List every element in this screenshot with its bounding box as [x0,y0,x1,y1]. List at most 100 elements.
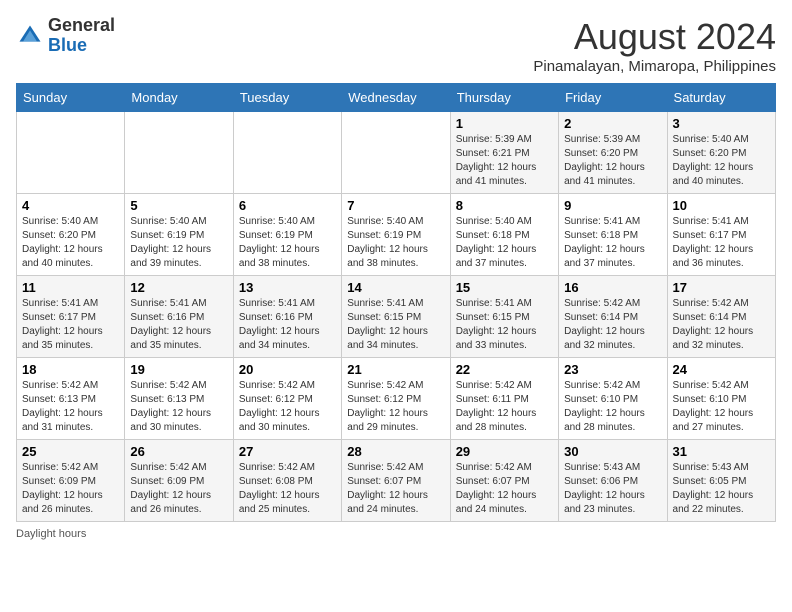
day-info: Sunrise: 5:43 AM Sunset: 6:06 PM Dayligh… [564,461,661,517]
day-info: Sunrise: 5:40 AM Sunset: 6:19 PM Dayligh… [130,215,227,271]
day-number: 11 [22,280,119,295]
calendar-cell: 28 Sunrise: 5:42 AM Sunset: 6:07 PM Dayli… [342,440,450,522]
day-info: Sunrise: 5:43 AM Sunset: 6:05 PM Dayligh… [673,461,770,517]
calendar-cell: 25 Sunrise: 5:42 AM Sunset: 6:09 PM Dayli… [17,440,125,522]
day-info: Sunrise: 5:42 AM Sunset: 6:08 PM Dayligh… [239,461,336,517]
calendar-cell: 29Sunrise: 5:42 AM Sunset: 6:07 PM Dayli… [450,440,558,522]
day-info: Sunrise: 5:40 AM Sunset: 6:20 PM Dayligh… [673,133,770,189]
weekday-header-thursday: Thursday [450,84,558,112]
calendar-cell: 4Sunrise: 5:40 AM Sunset: 6:20 PM Daylig… [17,194,125,276]
calendar-cell: 27 Sunrise: 5:42 AM Sunset: 6:08 PM Dayli… [233,440,341,522]
weekday-header-monday: Monday [125,84,233,112]
calendar-cell: 15 Sunrise: 5:41 AM Sunset: 6:15 PM Dayli… [450,276,558,358]
calendar-cell [17,112,125,194]
weekday-header-wednesday: Wednesday [342,84,450,112]
day-info: Sunrise: 5:41 AM Sunset: 6:17 PM Dayligh… [22,297,119,353]
day-info: Sunrise: 5:42 AM Sunset: 6:10 PM Dayligh… [564,379,661,435]
day-info: Sunrise: 5:42 AM Sunset: 6:07 PM Dayligh… [456,461,553,517]
calendar-cell: 16 Sunrise: 5:42 AM Sunset: 6:14 PM Dayli… [559,276,667,358]
day-info: Sunrise: 5:41 AM Sunset: 6:15 PM Dayligh… [347,297,444,353]
day-number: 1 [456,116,553,131]
day-number: 5 [130,198,227,213]
calendar-cell: 26Sunrise: 5:42 AM Sunset: 6:09 PM Dayli… [125,440,233,522]
day-info: Sunrise: 5:42 AM Sunset: 6:13 PM Dayligh… [22,379,119,435]
day-number: 7 [347,198,444,213]
day-number: 16 [564,280,661,295]
day-info: Sunrise: 5:39 AM Sunset: 6:20 PM Dayligh… [564,133,661,189]
calendar-cell [125,112,233,194]
day-info: Sunrise: 5:41 AM Sunset: 6:18 PM Dayligh… [564,215,661,271]
calendar-cell: 6 Sunrise: 5:40 AM Sunset: 6:19 PM Daylig… [233,194,341,276]
day-number: 6 [239,198,336,213]
day-number: 18 [22,362,119,377]
calendar-subtitle: Pinamalayan, Mimaropa, Philippines [533,58,776,75]
calendar-cell: 17 Sunrise: 5:42 AM Sunset: 6:14 PM Dayli… [667,276,775,358]
calendar-cell [233,112,341,194]
day-info: Sunrise: 5:42 AM Sunset: 6:11 PM Dayligh… [456,379,553,435]
day-info: Sunrise: 5:41 AM Sunset: 6:17 PM Dayligh… [673,215,770,271]
day-number: 10 [673,198,770,213]
day-number: 14 [347,280,444,295]
calendar-cell: 22 Sunrise: 5:42 AM Sunset: 6:11 PM Dayli… [450,358,558,440]
day-number: 28 [347,444,444,459]
day-number: 21 [347,362,444,377]
day-info: Sunrise: 5:42 AM Sunset: 6:14 PM Dayligh… [673,297,770,353]
day-info: Sunrise: 5:42 AM Sunset: 6:12 PM Dayligh… [239,379,336,435]
day-number: 25 [22,444,119,459]
calendar-table: SundayMondayTuesdayWednesdayThursdayFrid… [16,83,776,522]
calendar-cell: 21 Sunrise: 5:42 AM Sunset: 6:12 PM Dayli… [342,358,450,440]
footer-daylight: Daylight hours [16,528,776,540]
logo-text: General Blue [48,16,115,56]
day-info: Sunrise: 5:41 AM Sunset: 6:16 PM Dayligh… [239,297,336,353]
logo-icon [16,22,44,50]
day-info: Sunrise: 5:40 AM Sunset: 6:20 PM Dayligh… [22,215,119,271]
day-number: 30 [564,444,661,459]
day-number: 13 [239,280,336,295]
calendar-cell [342,112,450,194]
calendar-cell: 11 Sunrise: 5:41 AM Sunset: 6:17 PM Dayli… [17,276,125,358]
calendar-cell: 24 Sunrise: 5:42 AM Sunset: 6:10 PM Dayli… [667,358,775,440]
day-number: 17 [673,280,770,295]
calendar-cell: 18 Sunrise: 5:42 AM Sunset: 6:13 PM Dayli… [17,358,125,440]
weekday-header-saturday: Saturday [667,84,775,112]
day-number: 3 [673,116,770,131]
calendar-cell: 19Sunrise: 5:42 AM Sunset: 6:13 PM Dayli… [125,358,233,440]
day-info: Sunrise: 5:42 AM Sunset: 6:09 PM Dayligh… [22,461,119,517]
day-info: Sunrise: 5:40 AM Sunset: 6:19 PM Dayligh… [239,215,336,271]
day-number: 15 [456,280,553,295]
calendar-cell: 23 Sunrise: 5:42 AM Sunset: 6:10 PM Dayli… [559,358,667,440]
day-number: 31 [673,444,770,459]
day-info: Sunrise: 5:41 AM Sunset: 6:15 PM Dayligh… [456,297,553,353]
calendar-cell: 20 Sunrise: 5:42 AM Sunset: 6:12 PM Dayli… [233,358,341,440]
calendar-cell: 14 Sunrise: 5:41 AM Sunset: 6:15 PM Dayli… [342,276,450,358]
day-number: 19 [130,362,227,377]
calendar-title: August 2024 [533,16,776,58]
day-number: 23 [564,362,661,377]
day-info: Sunrise: 5:42 AM Sunset: 6:14 PM Dayligh… [564,297,661,353]
day-number: 22 [456,362,553,377]
day-info: Sunrise: 5:42 AM Sunset: 6:09 PM Dayligh… [130,461,227,517]
day-info: Sunrise: 5:40 AM Sunset: 6:19 PM Dayligh… [347,215,444,271]
day-number: 24 [673,362,770,377]
title-block: August 2024 Pinamalayan, Mimaropa, Phili… [533,16,776,75]
day-number: 8 [456,198,553,213]
weekday-header-friday: Friday [559,84,667,112]
day-info: Sunrise: 5:42 AM Sunset: 6:12 PM Dayligh… [347,379,444,435]
day-number: 20 [239,362,336,377]
calendar-cell: 1Sunrise: 5:39 AM Sunset: 6:21 PM Daylig… [450,112,558,194]
calendar-cell: 8 Sunrise: 5:40 AM Sunset: 6:18 PM Daylig… [450,194,558,276]
day-number: 12 [130,280,227,295]
calendar-cell: 5 Sunrise: 5:40 AM Sunset: 6:19 PM Daylig… [125,194,233,276]
calendar-cell: 13 Sunrise: 5:41 AM Sunset: 6:16 PM Dayli… [233,276,341,358]
day-number: 27 [239,444,336,459]
calendar-cell: 7 Sunrise: 5:40 AM Sunset: 6:19 PM Daylig… [342,194,450,276]
day-info: Sunrise: 5:42 AM Sunset: 6:07 PM Dayligh… [347,461,444,517]
calendar-cell: 12Sunrise: 5:41 AM Sunset: 6:16 PM Dayli… [125,276,233,358]
calendar-cell: 31 Sunrise: 5:43 AM Sunset: 6:05 PM Dayli… [667,440,775,522]
calendar-cell: 30 Sunrise: 5:43 AM Sunset: 6:06 PM Dayli… [559,440,667,522]
day-info: Sunrise: 5:42 AM Sunset: 6:10 PM Dayligh… [673,379,770,435]
calendar-cell: 3 Sunrise: 5:40 AM Sunset: 6:20 PM Daylig… [667,112,775,194]
calendar-cell: 2Sunrise: 5:39 AM Sunset: 6:20 PM Daylig… [559,112,667,194]
logo: General Blue [16,16,115,56]
day-info: Sunrise: 5:40 AM Sunset: 6:18 PM Dayligh… [456,215,553,271]
